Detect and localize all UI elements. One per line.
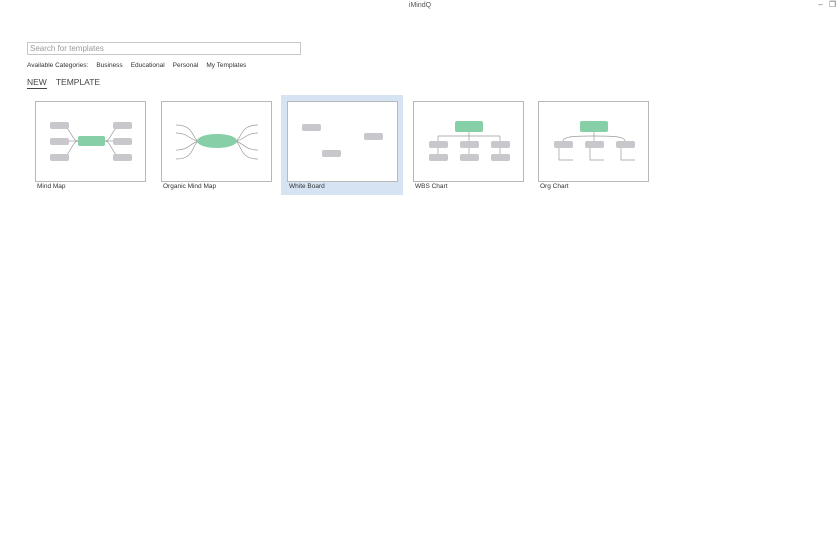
tab-new[interactable]: NEW xyxy=(27,77,47,89)
mind-map-thumbnail xyxy=(35,101,146,182)
template-label: Organic Mind Map xyxy=(163,183,217,190)
template-org-chart[interactable]: Org Chart xyxy=(532,95,654,195)
title-bar: iMindQ – ❐ xyxy=(0,0,840,14)
template-mind-map[interactable]: Mind Map xyxy=(29,95,151,195)
search-input[interactable] xyxy=(27,42,301,55)
category-my-templates[interactable]: My Templates xyxy=(206,62,246,69)
template-label: Org Chart xyxy=(540,183,569,190)
wbs-chart-thumbnail xyxy=(413,101,524,182)
template-label: White Board xyxy=(289,183,325,190)
template-white-board[interactable]: White Board xyxy=(281,95,403,195)
white-board-preview xyxy=(302,124,383,157)
categories-label: Available Categories: xyxy=(27,62,89,69)
org-chart-thumbnail xyxy=(538,101,649,182)
tab-template[interactable]: TEMPLATE xyxy=(56,77,100,89)
template-label: Mind Map xyxy=(37,183,66,190)
tab-bar: NEW TEMPLATE xyxy=(27,77,100,89)
template-label: WBS Chart xyxy=(415,183,448,190)
white-board-thumbnail xyxy=(287,101,398,182)
category-educational[interactable]: Educational xyxy=(131,62,165,69)
template-organic-mind-map[interactable]: Organic Mind Map xyxy=(155,95,277,195)
organic-mind-map-thumbnail xyxy=(161,101,272,182)
window-controls: – ❐ xyxy=(818,1,836,9)
org-chart-preview xyxy=(554,121,635,161)
mind-map-preview xyxy=(50,122,132,161)
organic-mind-map-preview xyxy=(175,124,259,160)
category-business[interactable]: Business xyxy=(96,62,122,69)
app-title: iMindQ xyxy=(408,2,432,9)
category-personal[interactable]: Personal xyxy=(173,62,199,69)
wbs-chart-preview xyxy=(429,121,510,161)
template-wbs-chart[interactable]: WBS Chart xyxy=(407,95,529,195)
minimize-icon[interactable]: – xyxy=(818,1,822,9)
category-bar: Available Categories: Business Education… xyxy=(27,62,246,69)
restore-icon[interactable]: ❐ xyxy=(829,1,836,9)
